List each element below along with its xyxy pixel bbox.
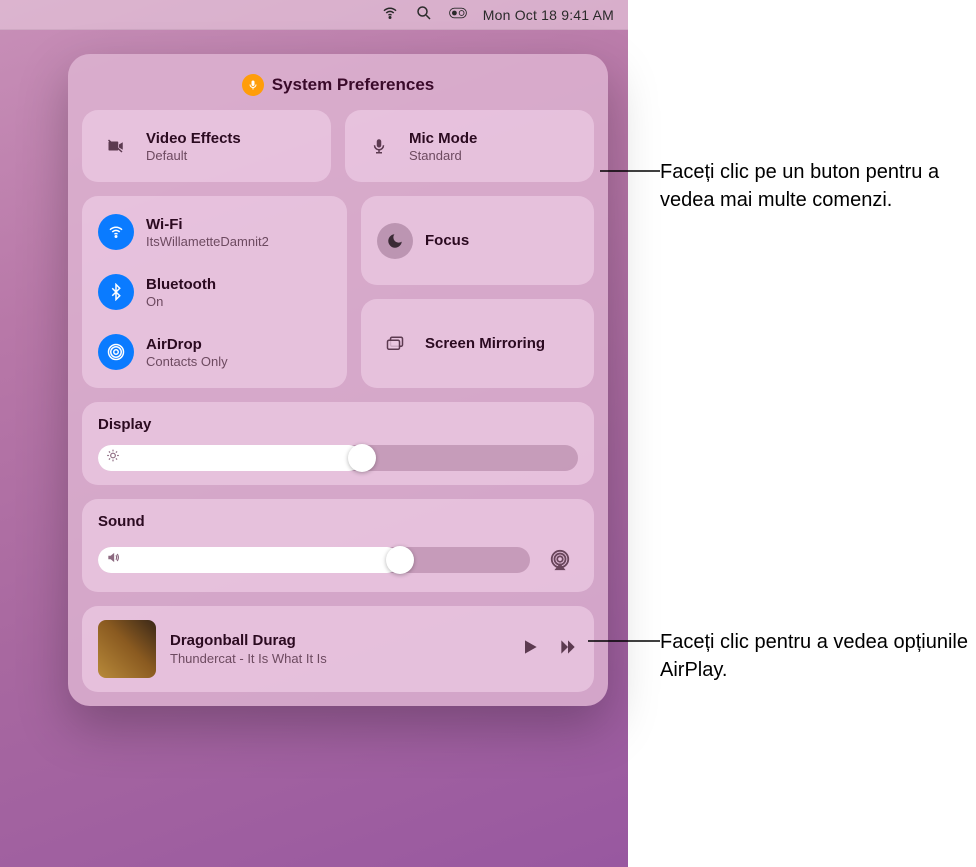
bluetooth-module[interactable]: Bluetooth On	[98, 270, 331, 314]
screen-mirroring-title: Screen Mirroring	[425, 335, 545, 352]
airplay-audio-button[interactable]	[542, 542, 578, 578]
control-center-panel: System Preferences Video Effects Default	[68, 54, 608, 706]
display-title: Display	[98, 416, 578, 433]
annotation-layer: Faceți clic pe un buton pentru a vedea m…	[628, 0, 976, 867]
airdrop-icon	[98, 334, 134, 370]
moon-icon	[377, 223, 413, 259]
spotlight-icon[interactable]	[415, 4, 433, 26]
screen-mirroring-module[interactable]: Screen Mirroring	[361, 299, 594, 388]
focus-module[interactable]: Focus	[361, 196, 594, 285]
sound-title: Sound	[98, 513, 578, 530]
next-track-button[interactable]	[558, 637, 578, 662]
wifi-menubar-icon[interactable]	[381, 4, 399, 26]
cc-app-title: System Preferences	[272, 75, 435, 95]
now-playing-card[interactable]: Dragonball Durag Thundercat - It Is What…	[82, 606, 594, 692]
display-card: Display	[82, 402, 594, 485]
mic-mode-title: Mic Mode	[409, 130, 477, 147]
speaker-icon	[106, 551, 120, 570]
menubar: Mon Oct 18 9:41 AM	[0, 0, 628, 30]
menubar-datetime[interactable]: Mon Oct 18 9:41 AM	[483, 7, 614, 23]
video-off-icon	[98, 128, 134, 164]
control-center-menubar-icon[interactable]	[449, 4, 467, 26]
display-slider[interactable]	[98, 445, 578, 471]
wifi-module[interactable]: Wi-Fi ItsWillametteDamnit2	[98, 210, 331, 254]
mic-icon	[361, 128, 397, 164]
bluetooth-icon	[98, 274, 134, 310]
airdrop-module[interactable]: AirDrop Contacts Only	[98, 330, 331, 374]
focus-title: Focus	[425, 232, 469, 249]
wifi-subtitle: ItsWillametteDamnit2	[146, 234, 269, 249]
video-effects-module[interactable]: Video Effects Default	[82, 110, 331, 182]
bluetooth-title: Bluetooth	[146, 276, 216, 293]
callout-more-controls: Faceți clic pe un buton pentru a vedea m…	[660, 158, 976, 214]
mic-mode-subtitle: Standard	[409, 148, 477, 163]
callout-airplay-options: Faceți clic pentru a vedea opțiunile Air…	[660, 628, 976, 684]
connectivity-card: Wi-Fi ItsWillametteDamnit2 Bluetooth On	[82, 196, 347, 388]
wifi-title: Wi-Fi	[146, 216, 269, 233]
airdrop-title: AirDrop	[146, 336, 228, 353]
mic-active-badge-icon[interactable]	[242, 74, 264, 96]
video-effects-title: Video Effects	[146, 130, 241, 147]
now-playing-artist: Thundercat - It Is What It Is	[170, 651, 327, 666]
bluetooth-subtitle: On	[146, 294, 216, 309]
now-playing-track: Dragonball Durag	[170, 632, 327, 649]
video-effects-subtitle: Default	[146, 148, 241, 163]
sound-slider[interactable]	[98, 547, 530, 573]
play-button[interactable]	[520, 637, 540, 662]
airdrop-subtitle: Contacts Only	[146, 354, 228, 369]
wifi-icon	[98, 214, 134, 250]
sound-card: Sound	[82, 499, 594, 592]
brightness-icon	[106, 449, 120, 468]
screen-mirroring-icon	[377, 326, 413, 362]
mic-mode-module[interactable]: Mic Mode Standard	[345, 110, 594, 182]
cc-header: System Preferences	[82, 74, 594, 96]
album-art	[98, 620, 156, 678]
